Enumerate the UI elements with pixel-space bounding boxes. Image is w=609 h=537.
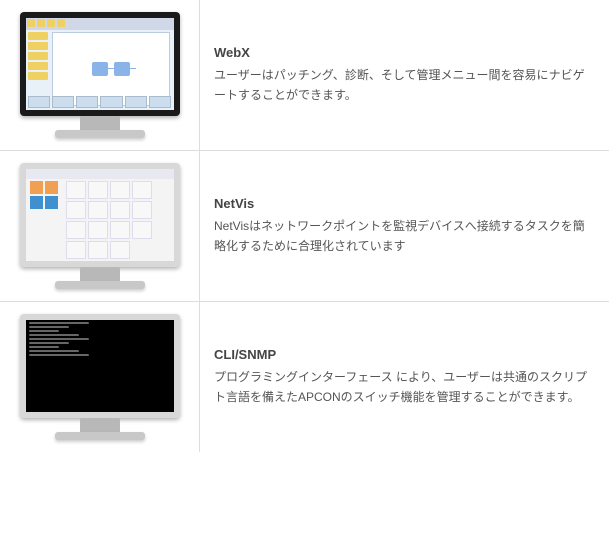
product-text-cell: WebX ユーザーはパッチング、診断、そして管理メニュー間を容易にナビゲートする…	[200, 0, 609, 150]
cli-monitor-icon	[20, 314, 180, 440]
product-text-cell: NetVis NetVisはネットワークポイントを監視デバイスへ接続するタスクを…	[200, 151, 609, 301]
product-title: CLI/SNMP	[214, 347, 595, 362]
product-description: プログラミングインターフェース により、ユーザーは共通のスクリプト言語を備えたA…	[214, 368, 595, 406]
product-title: WebX	[214, 45, 595, 60]
product-list: WebX ユーザーはパッチング、診断、そして管理メニュー間を容易にナビゲートする…	[0, 0, 609, 452]
product-row: CLI/SNMP プログラミングインターフェース により、ユーザーは共通のスクリ…	[0, 302, 609, 452]
product-image-cell	[0, 0, 200, 150]
product-image-cell	[0, 302, 200, 452]
product-image-cell	[0, 151, 200, 301]
product-title: NetVis	[214, 196, 595, 211]
product-description: ユーザーはパッチング、診断、そして管理メニュー間を容易にナビゲートすることができ…	[214, 66, 595, 104]
product-row: WebX ユーザーはパッチング、診断、そして管理メニュー間を容易にナビゲートする…	[0, 0, 609, 151]
webx-monitor-icon	[20, 12, 180, 138]
product-row: NetVis NetVisはネットワークポイントを監視デバイスへ接続するタスクを…	[0, 151, 609, 302]
product-description: NetVisはネットワークポイントを監視デバイスへ接続するタスクを簡略化するため…	[214, 217, 595, 255]
netvis-monitor-icon	[20, 163, 180, 289]
product-text-cell: CLI/SNMP プログラミングインターフェース により、ユーザーは共通のスクリ…	[200, 302, 609, 452]
